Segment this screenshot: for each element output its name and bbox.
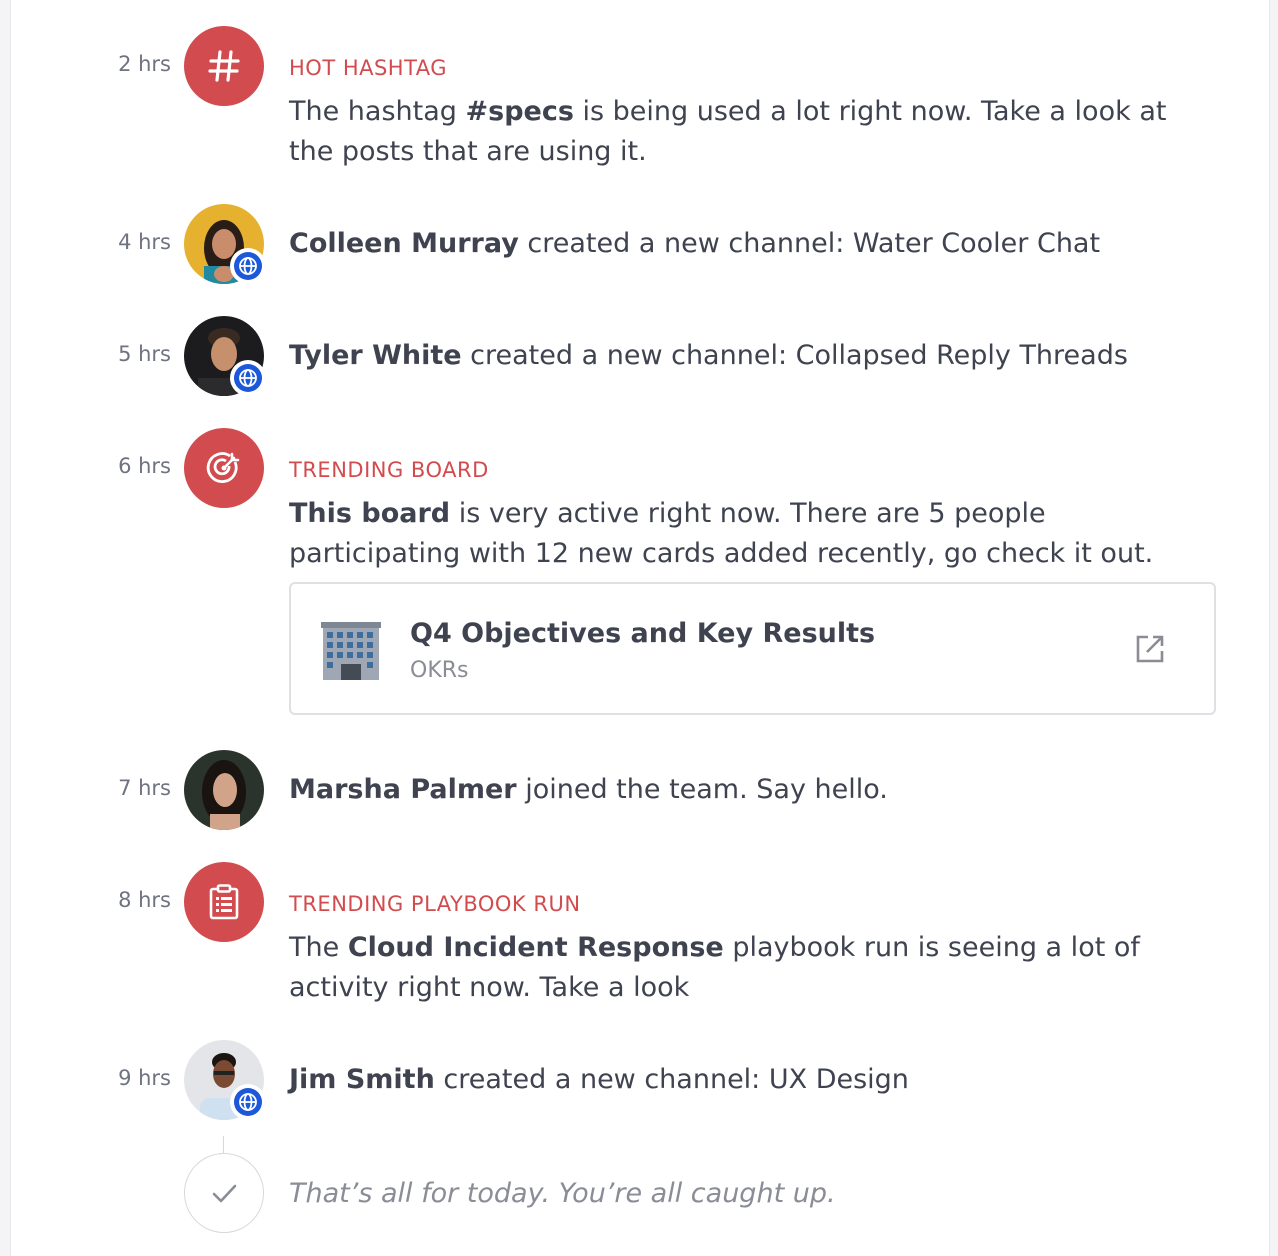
timeline-connector: [223, 1136, 224, 1154]
item-category-label: TRENDING PLAYBOOK RUN: [289, 892, 581, 916]
item-message: Tyler White created a new channel: Colla…: [289, 340, 1128, 371]
timestamp: 8 hrs: [118, 888, 171, 912]
globe-icon: [230, 248, 266, 284]
avatar[interactable]: [184, 316, 266, 396]
hashtag-icon: [184, 26, 264, 106]
office-building-icon: [319, 618, 383, 686]
playbook-link[interactable]: Cloud Incident Response: [348, 932, 724, 963]
item-category-label: TRENDING BOARD: [289, 458, 489, 482]
activity-feed: 2 hrs HOT HASHTAG The hashtag #specs is …: [10, 0, 1270, 1256]
item-message: The Cloud Incident Response playbook run…: [289, 932, 1140, 1003]
target-icon: [184, 428, 264, 508]
timestamp: 5 hrs: [118, 342, 171, 366]
open-external-icon[interactable]: [1135, 634, 1165, 668]
item-category-label: HOT HASHTAG: [289, 56, 448, 80]
item-message: Marsha Palmer joined the team. Say hello…: [289, 774, 888, 805]
timestamp: 6 hrs: [118, 454, 171, 478]
card-subtitle: OKRs: [410, 658, 469, 683]
globe-icon: [230, 360, 266, 396]
item-message: The hashtag #specs is being used a lot r…: [289, 96, 1167, 167]
avatar[interactable]: [184, 1040, 266, 1120]
board-card[interactable]: Q4 Objectives and Key Results OKRs: [289, 582, 1216, 715]
user-name-link[interactable]: Tyler White: [289, 340, 462, 371]
clipboard-icon: [184, 862, 264, 942]
timestamp: 9 hrs: [118, 1066, 171, 1090]
avatar[interactable]: [184, 750, 264, 830]
timestamp: 2 hrs: [118, 52, 171, 76]
user-name-link[interactable]: Marsha Palmer: [289, 774, 517, 805]
card-title: Q4 Objectives and Key Results: [410, 618, 876, 649]
item-message: Jim Smith created a new channel: UX Desi…: [289, 1064, 909, 1095]
hashtag-link[interactable]: #specs: [466, 96, 574, 127]
checkmark-icon: [184, 1153, 264, 1233]
timestamp: 7 hrs: [118, 776, 171, 800]
item-message: Colleen Murray created a new channel: Wa…: [289, 228, 1101, 259]
user-name-link[interactable]: Jim Smith: [289, 1064, 435, 1095]
user-name-link[interactable]: Colleen Murray: [289, 228, 519, 259]
timestamp: 4 hrs: [118, 230, 171, 254]
avatar[interactable]: [184, 204, 266, 284]
globe-icon: [230, 1084, 266, 1120]
caught-up-message: That’s all for today. You’re all caught …: [289, 1178, 836, 1209]
board-link[interactable]: This board: [289, 498, 450, 529]
item-message: This board is very active right now. The…: [289, 498, 1154, 569]
